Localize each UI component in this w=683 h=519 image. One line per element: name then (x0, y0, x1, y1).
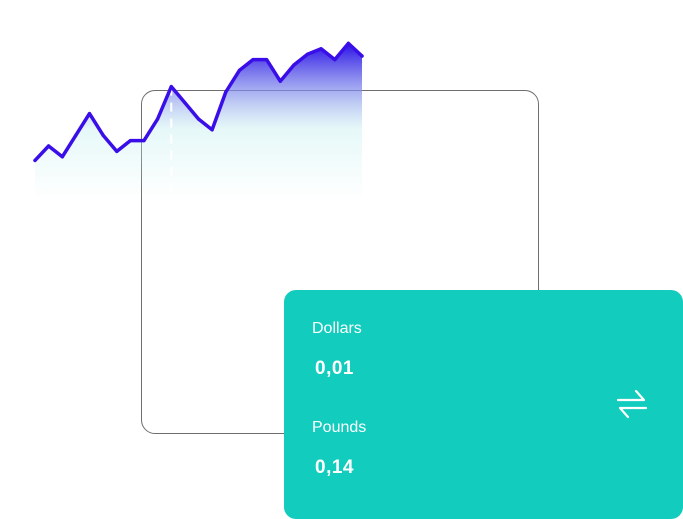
price-chart (0, 0, 420, 260)
chart-point-7 (128, 139, 132, 143)
swap-arrows-icon[interactable] (614, 386, 650, 422)
pounds-label: Pounds (312, 419, 367, 436)
chart-point-16 (251, 58, 255, 62)
dollars-label: Dollars (312, 320, 362, 337)
chart-point-22 (333, 58, 337, 62)
price-chart-svg (33, 41, 364, 201)
chart-point-12 (196, 117, 201, 121)
dollars-value[interactable]: 0,01 (315, 358, 354, 380)
chart-point-6 (115, 149, 119, 153)
chart-point-10 (169, 85, 173, 89)
chart-point-24 (360, 54, 364, 58)
chart-point-4 (87, 112, 92, 116)
chart-point-0 (33, 158, 37, 162)
chart-point-1 (47, 144, 51, 148)
chart-point-23 (346, 41, 350, 46)
converter-card: Dollars 0,01 Pounds 0,14 (284, 290, 683, 519)
pounds-value[interactable]: 0,14 (315, 457, 354, 479)
chart-point-2 (60, 155, 64, 159)
chart-point-18 (278, 79, 282, 83)
chart-point-17 (265, 58, 269, 62)
chart-point-9 (156, 117, 160, 121)
chart-point-3 (74, 133, 78, 137)
chart-point-19 (292, 63, 296, 67)
chart-point-11 (183, 101, 187, 105)
chart-point-15 (237, 68, 241, 72)
chart-point-21 (319, 47, 323, 51)
chart-point-13 (210, 128, 214, 132)
chart-point-5 (101, 133, 105, 137)
chart-point-14 (224, 90, 228, 94)
chart-point-8 (142, 139, 146, 143)
chart-point-20 (305, 52, 310, 56)
